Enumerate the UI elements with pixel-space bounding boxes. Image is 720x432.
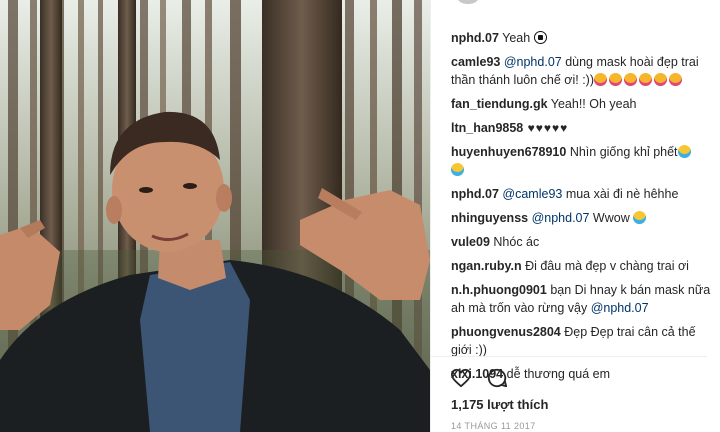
comment-text: Yeah!! Oh yeah bbox=[547, 97, 637, 111]
actions-divider bbox=[431, 356, 707, 357]
comment-text: mua xài đi nè hêhhe bbox=[562, 187, 679, 201]
yum-face-icon bbox=[669, 73, 683, 86]
forest-selfie-image bbox=[0, 0, 430, 432]
avatar[interactable] bbox=[457, 0, 479, 4]
comment-item: nhinguyenss @nphd.07 Wwow bbox=[451, 209, 713, 227]
heart-outline-icon[interactable] bbox=[450, 368, 472, 388]
post-date: 14 THÁNG 11 2017 bbox=[451, 421, 536, 431]
comment-item: ltn_han9858 ♥♥♥♥♥ bbox=[451, 119, 713, 137]
post-photo[interactable] bbox=[0, 0, 430, 432]
comment-username[interactable]: huyenhuyen678910 bbox=[451, 145, 566, 159]
comment-username[interactable]: n.h.phuong0901 bbox=[451, 283, 547, 297]
comment-text: Đi đâu mà đẹp v chàng trai ơi bbox=[521, 259, 689, 273]
yum-face-icon bbox=[624, 73, 638, 86]
comment-mention[interactable]: @nphd.07 bbox=[532, 211, 590, 225]
grinning-sweat-icon bbox=[633, 211, 647, 224]
grinning-sweat-icon bbox=[451, 163, 464, 176]
like-count[interactable]: 1,175 lượt thích bbox=[451, 397, 548, 412]
yum-face-icon bbox=[654, 73, 668, 86]
comment-item: vule09 Nhóc ác bbox=[451, 233, 713, 251]
yum-face-icon bbox=[639, 73, 653, 86]
comment-text: ♥♥♥♥♥ bbox=[523, 121, 569, 135]
comments-panel: nphd.07 Yeah camle93 @nphd.07 dùng mask … bbox=[431, 0, 720, 432]
speech-bubble-icon[interactable] bbox=[486, 367, 508, 389]
comment-item: camle93 @nphd.07 dùng mask hoài đẹp trai… bbox=[451, 53, 713, 89]
comment-list: nphd.07 Yeah camle93 @nphd.07 dùng mask … bbox=[451, 29, 713, 389]
comment-item: nphd.07 @camle93 mua xài đi nè hêhhe bbox=[451, 185, 713, 203]
yum-face-icon bbox=[609, 73, 623, 86]
comment-username[interactable]: phuongvenus2804 bbox=[451, 325, 561, 339]
comment-username[interactable]: vule09 bbox=[451, 235, 490, 249]
comment-username[interactable]: ngan.ruby.n bbox=[451, 259, 522, 273]
comment-item: phuongvenus2804 Đẹp Đẹp trai cân cả thế … bbox=[451, 323, 713, 359]
comment-username[interactable]: nphd.07 bbox=[451, 187, 499, 201]
comment-text: Yeah bbox=[498, 31, 534, 45]
comment-item: ngan.ruby.n Đi đâu mà đẹp v chàng trai ơ… bbox=[451, 257, 713, 275]
comment-item: huyenhuyen678910 Nhìn giống khỉ phết bbox=[451, 143, 713, 179]
comment-username[interactable]: nhinguyenss bbox=[451, 211, 528, 225]
grinning-sweat-icon bbox=[677, 145, 691, 158]
comment-text: Nhóc ác bbox=[489, 235, 540, 249]
comment-username[interactable]: nphd.07 bbox=[451, 31, 499, 45]
comment-item: n.h.phuong0901 bạn Di hnay k bán mask nữ… bbox=[451, 281, 713, 317]
yum-face-icon bbox=[594, 73, 608, 86]
comment-text: Wwow bbox=[589, 211, 634, 225]
comment-mention[interactable]: @camle93 bbox=[502, 187, 562, 201]
comment-text: Nhìn giống khỉ phết bbox=[566, 145, 678, 159]
comment-username[interactable]: ltn_han9858 bbox=[451, 121, 523, 135]
comment-item: fan_tiendung.gk Yeah!! Oh yeah bbox=[451, 95, 713, 113]
comment-username[interactable]: fan_tiendung.gk bbox=[451, 97, 548, 111]
comment-mention[interactable]: @nphd.07 bbox=[504, 55, 562, 69]
comment-username[interactable]: camle93 bbox=[451, 55, 500, 69]
soccer-ball-icon bbox=[533, 31, 547, 44]
comment-mention[interactable]: @nphd.07 bbox=[591, 301, 649, 315]
comment-item: nphd.07 Yeah bbox=[451, 29, 713, 47]
comment-text: dễ thương quá em bbox=[503, 367, 611, 381]
